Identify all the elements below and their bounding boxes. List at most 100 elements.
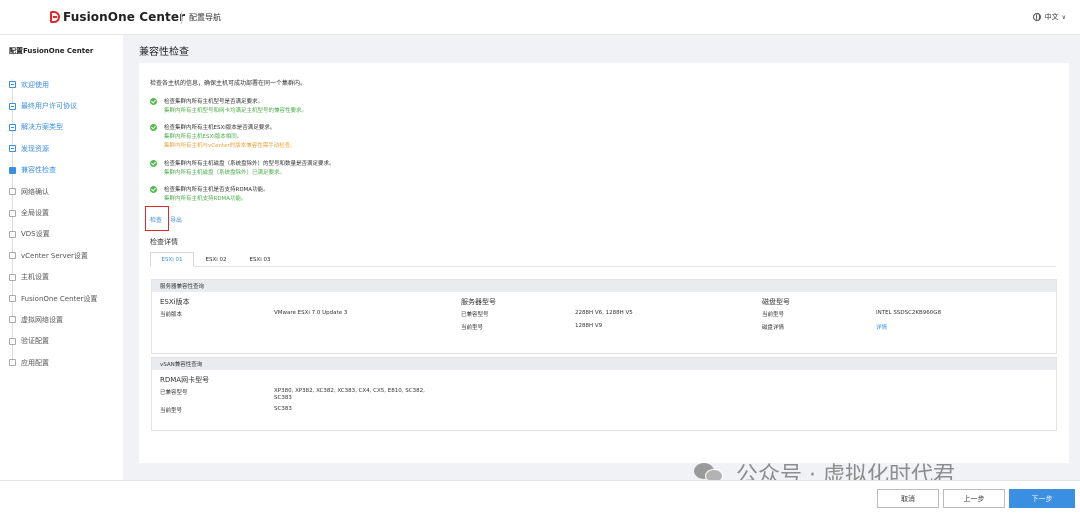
disk-detail-label: 磁盘详情: [762, 325, 785, 331]
check-result: 集群内所有主机磁盘（系统盘除外）已满足要求。: [164, 170, 286, 176]
sidebar-step[interactable]: 网络确认: [9, 181, 97, 202]
check-title: 检查集群内所有主机磁盘（系统盘除外）的型号和数量是否满足要求。: [164, 161, 335, 167]
step-label: 网络确认: [21, 187, 49, 196]
fusionone-logo-icon: [50, 11, 60, 23]
sidebar-step[interactable]: vCenter Server设置: [9, 245, 97, 266]
step-status-icon: [9, 273, 16, 281]
step-status-icon: [9, 337, 16, 345]
vsan-compat-panel: vSAN兼容性查询 RDMA网卡型号 已兼容型号 XP380, XP382, X…: [151, 357, 1057, 431]
server-model-title: 服务器型号: [461, 298, 496, 306]
step-label: 解决方案类型: [21, 123, 63, 132]
check-link[interactable]: 检查: [150, 215, 162, 224]
tab-esxi-03[interactable]: ESXi 03: [238, 252, 282, 267]
brand-logo: FusionOne Center: [50, 10, 185, 24]
compatible-model-label: 已兼容型号: [461, 312, 489, 318]
check-success-icon: [150, 124, 157, 131]
step-status-icon: [9, 230, 16, 238]
step-status-icon: [9, 166, 16, 174]
current-version-label: 当前版本: [160, 312, 183, 318]
prev-button[interactable]: 上一步: [943, 489, 1005, 508]
check-title: 检查集群内所有主机ESXi版本是否满足要求。: [164, 125, 276, 131]
next-button[interactable]: 下一步: [1009, 489, 1075, 508]
current-model-label: 当前型号: [461, 325, 484, 331]
host-tabs: ESXi 01 ESXi 02 ESXi 03: [150, 252, 1056, 267]
check-result: 集群内所有主机支持RDMA功能。: [164, 196, 247, 202]
brand-name: FusionOne Center: [63, 10, 186, 24]
intro-text: 检查各主机的信息，确保主机可成功部署在同一个集群内。: [150, 80, 307, 87]
sidebar-step[interactable]: 兼容性检查: [9, 160, 97, 181]
sidebar-step[interactable]: VDS设置: [9, 224, 97, 245]
step-label: 应用配置: [21, 358, 49, 367]
compatible-nic-value-line1: XP380, XP382, XC382, XC383, CX4, CX5, E8…: [274, 388, 425, 394]
page-title: 兼容性检查: [139, 47, 189, 58]
language-label: 中文: [1044, 13, 1059, 21]
server-compat-panel: 服务器兼容性查询 ESXi版本 当前版本 VMware ESXi 7.0 Upd…: [151, 279, 1057, 354]
section-title: 配置导航: [189, 13, 221, 22]
sidebar-step[interactable]: 主机设置: [9, 267, 97, 288]
disk-model-title: 磁盘型号: [762, 298, 790, 306]
globe-icon: [1032, 13, 1041, 21]
check-actions: 检查 导出: [150, 215, 190, 224]
sidebar-step[interactable]: 欢迎使用: [9, 74, 97, 95]
main-content: 兼容性检查 检查各主机的信息，确保主机可成功部署在同一个集群内。 检查集群内所有…: [123, 35, 1080, 480]
step-label: 主机设置: [21, 273, 49, 282]
panel-header: vSAN兼容性查询: [152, 358, 1056, 370]
language-selector[interactable]: 中文 ∨: [1032, 12, 1066, 22]
step-label: 虚拟网络设置: [21, 315, 63, 324]
check-item-rdma: 检查集群内所有主机是否支持RDMA功能。 集群内所有主机支持RDMA功能。: [150, 186, 269, 204]
current-version-value: VMware ESXi 7.0 Update 3: [274, 310, 348, 316]
step-status-icon: [9, 102, 16, 110]
step-status-icon: [9, 188, 16, 196]
sidebar-step[interactable]: 验证配置: [9, 331, 97, 352]
compatible-nic-label: 已兼容型号: [160, 390, 188, 396]
chevron-down-icon: ∨: [1061, 13, 1066, 21]
step-list: 欢迎使用最终用户许可协议 解决方案类型 发现资源兼容性检查网络确认全局设置 VDS设置…: [9, 74, 97, 373]
step-label: FusionOne Center设置: [21, 294, 98, 303]
step-status-icon: [9, 316, 16, 324]
step-label: 兼容性检查: [21, 166, 56, 175]
step-label: 验证配置: [21, 337, 49, 346]
sidebar-step[interactable]: 最终用户许可协议: [9, 95, 97, 116]
detail-title: 检查详情: [150, 238, 178, 246]
current-nic-value: SC383: [274, 406, 292, 412]
step-status-icon: [9, 145, 16, 153]
footer-bar: 取消 上一步 下一步: [0, 480, 1080, 516]
sidebar-step[interactable]: 虚拟网络设置: [9, 309, 97, 330]
check-result: 集群内所有主机ESXi版本相同。: [164, 134, 243, 140]
step-label: 欢迎使用: [21, 80, 49, 89]
step-label: 最终用户许可协议: [21, 102, 77, 111]
step-label: vCenter Server设置: [21, 251, 88, 260]
disk-current-value: INTEL SSDSC2KB960G8: [876, 310, 942, 316]
top-bar: FusionOne Center 配置导航 中文 ∨: [0, 0, 1080, 35]
check-item-esxi-version: 检查集群内所有主机ESXi版本是否满足要求。 集群内所有主机ESXi版本相同。 …: [150, 124, 296, 151]
tab-esxi-01[interactable]: ESXi 01: [150, 252, 194, 267]
cancel-button[interactable]: 取消: [877, 489, 939, 508]
rdma-nic-title: RDMA网卡型号: [160, 376, 210, 384]
step-status-icon: [9, 359, 16, 367]
tab-esxi-02[interactable]: ESXi 02: [194, 252, 238, 267]
check-warning: 集群内所有主机与vCenter的版本兼容性需手动检查。: [164, 143, 296, 149]
sidebar-step[interactable]: FusionOne Center设置: [9, 288, 97, 309]
compatible-model-value: 2288H V6, 1288H V5: [575, 310, 633, 316]
sidebar-step[interactable]: 解决方案类型: [9, 117, 97, 138]
sidebar-step[interactable]: 应用配置: [9, 352, 97, 373]
step-label: 发现资源: [21, 144, 49, 153]
check-title: 检查集群内所有主机型号是否满足要求。: [164, 99, 264, 105]
content-card: 检查各主机的信息，确保主机可成功部署在同一个集群内。 检查集群内所有主机型号是否…: [139, 63, 1069, 463]
check-item-model: 检查集群内所有主机型号是否满足要求。 集群内所有主机型号和网卡均满足主机型号的兼…: [150, 98, 307, 116]
check-item-disk: 检查集群内所有主机磁盘（系统盘除外）的型号和数量是否满足要求。 集群内所有主机磁…: [150, 160, 335, 178]
step-label: 全局设置: [21, 209, 49, 218]
export-link[interactable]: 导出: [170, 215, 182, 224]
step-status-icon: [9, 81, 16, 89]
sidebar-title: 配置FusionOne Center: [9, 47, 94, 55]
esxi-version-title: ESXi版本: [160, 298, 190, 306]
check-result: 集群内所有主机型号和网卡均满足主机型号的兼容性要求。: [164, 108, 308, 114]
disk-detail-link[interactable]: 详情: [876, 323, 887, 331]
sidebar: 配置FusionOne Center 欢迎使用最终用户许可协议 解决方案类型 发现资…: [0, 35, 123, 480]
step-status-icon: [9, 295, 16, 303]
sidebar-step[interactable]: 发现资源: [9, 138, 97, 159]
check-success-icon: [150, 98, 157, 105]
step-status-icon: [9, 252, 16, 260]
sidebar-step[interactable]: 全局设置: [9, 202, 97, 223]
check-success-icon: [150, 160, 157, 167]
